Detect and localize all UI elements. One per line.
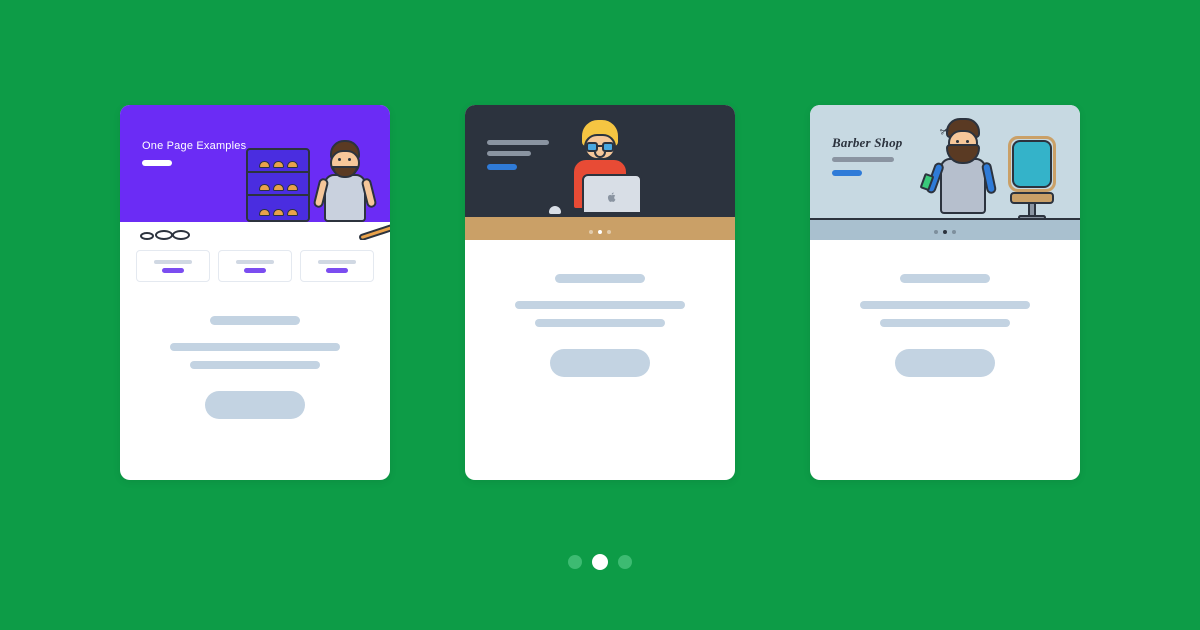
- hero-title-placeholder: [487, 140, 549, 145]
- text-placeholder: [860, 301, 1030, 309]
- text-placeholder: [515, 301, 685, 309]
- hero-pagination: [589, 230, 611, 234]
- hero-title: Barber Shop: [832, 135, 902, 151]
- pagination-dot[interactable]: [589, 230, 593, 234]
- feature-box: [136, 250, 210, 282]
- hero-title: One Page Examples: [142, 140, 246, 152]
- template-card-bakery[interactable]: One Page Examples: [120, 105, 390, 480]
- template-carousel: One Page Examples: [0, 105, 1200, 480]
- template-card-barber[interactable]: Barber Shop ✂: [810, 105, 1080, 480]
- card-hero: One Page Examples: [120, 105, 390, 240]
- hero-cta-placeholder: [142, 160, 172, 166]
- heading-placeholder: [555, 274, 645, 283]
- cta-button-placeholder: [205, 391, 305, 419]
- text-placeholder: [880, 319, 1010, 327]
- floor-surface: [810, 218, 1080, 240]
- heading-placeholder: [210, 316, 300, 325]
- cta-button-placeholder: [895, 349, 995, 377]
- carousel-dot-active[interactable]: [592, 554, 608, 570]
- hero-cta-placeholder: [832, 170, 862, 176]
- hero-cta-placeholder: [487, 164, 517, 170]
- feature-box: [300, 250, 374, 282]
- barber-chair-illustration: [1006, 140, 1058, 218]
- card-hero: [465, 105, 735, 240]
- text-placeholder: [535, 319, 665, 327]
- card-body-placeholder: [810, 240, 1080, 480]
- bread-shelf-illustration: [246, 148, 310, 222]
- card-body-placeholder: [465, 240, 735, 480]
- pagination-dot[interactable]: [952, 230, 956, 234]
- hero-pagination: [934, 230, 956, 234]
- carousel-pagination: [568, 554, 632, 570]
- desk-surface: [465, 214, 735, 240]
- feature-box: [218, 250, 292, 282]
- laptop-illustration: [582, 174, 642, 214]
- card-hero: Barber Shop ✂: [810, 105, 1080, 240]
- pagination-dot-active[interactable]: [943, 230, 947, 234]
- barber-character-illustration: ✂: [928, 118, 998, 218]
- cta-button-placeholder: [550, 349, 650, 377]
- text-placeholder: [190, 361, 320, 369]
- baker-character-illustration: [312, 136, 376, 236]
- pagination-dot[interactable]: [934, 230, 938, 234]
- carousel-dot[interactable]: [568, 555, 582, 569]
- hero-subtitle-placeholder: [487, 151, 531, 156]
- feature-boxes: [120, 240, 390, 282]
- template-card-developer[interactable]: [465, 105, 735, 480]
- text-placeholder: [170, 343, 340, 351]
- pagination-dot[interactable]: [607, 230, 611, 234]
- apple-logo-icon: [606, 190, 618, 204]
- card-body-placeholder: [120, 282, 390, 480]
- pagination-dot-active[interactable]: [598, 230, 602, 234]
- carousel-dot[interactable]: [618, 555, 632, 569]
- heading-placeholder: [900, 274, 990, 283]
- hero-subtitle-placeholder: [832, 157, 894, 162]
